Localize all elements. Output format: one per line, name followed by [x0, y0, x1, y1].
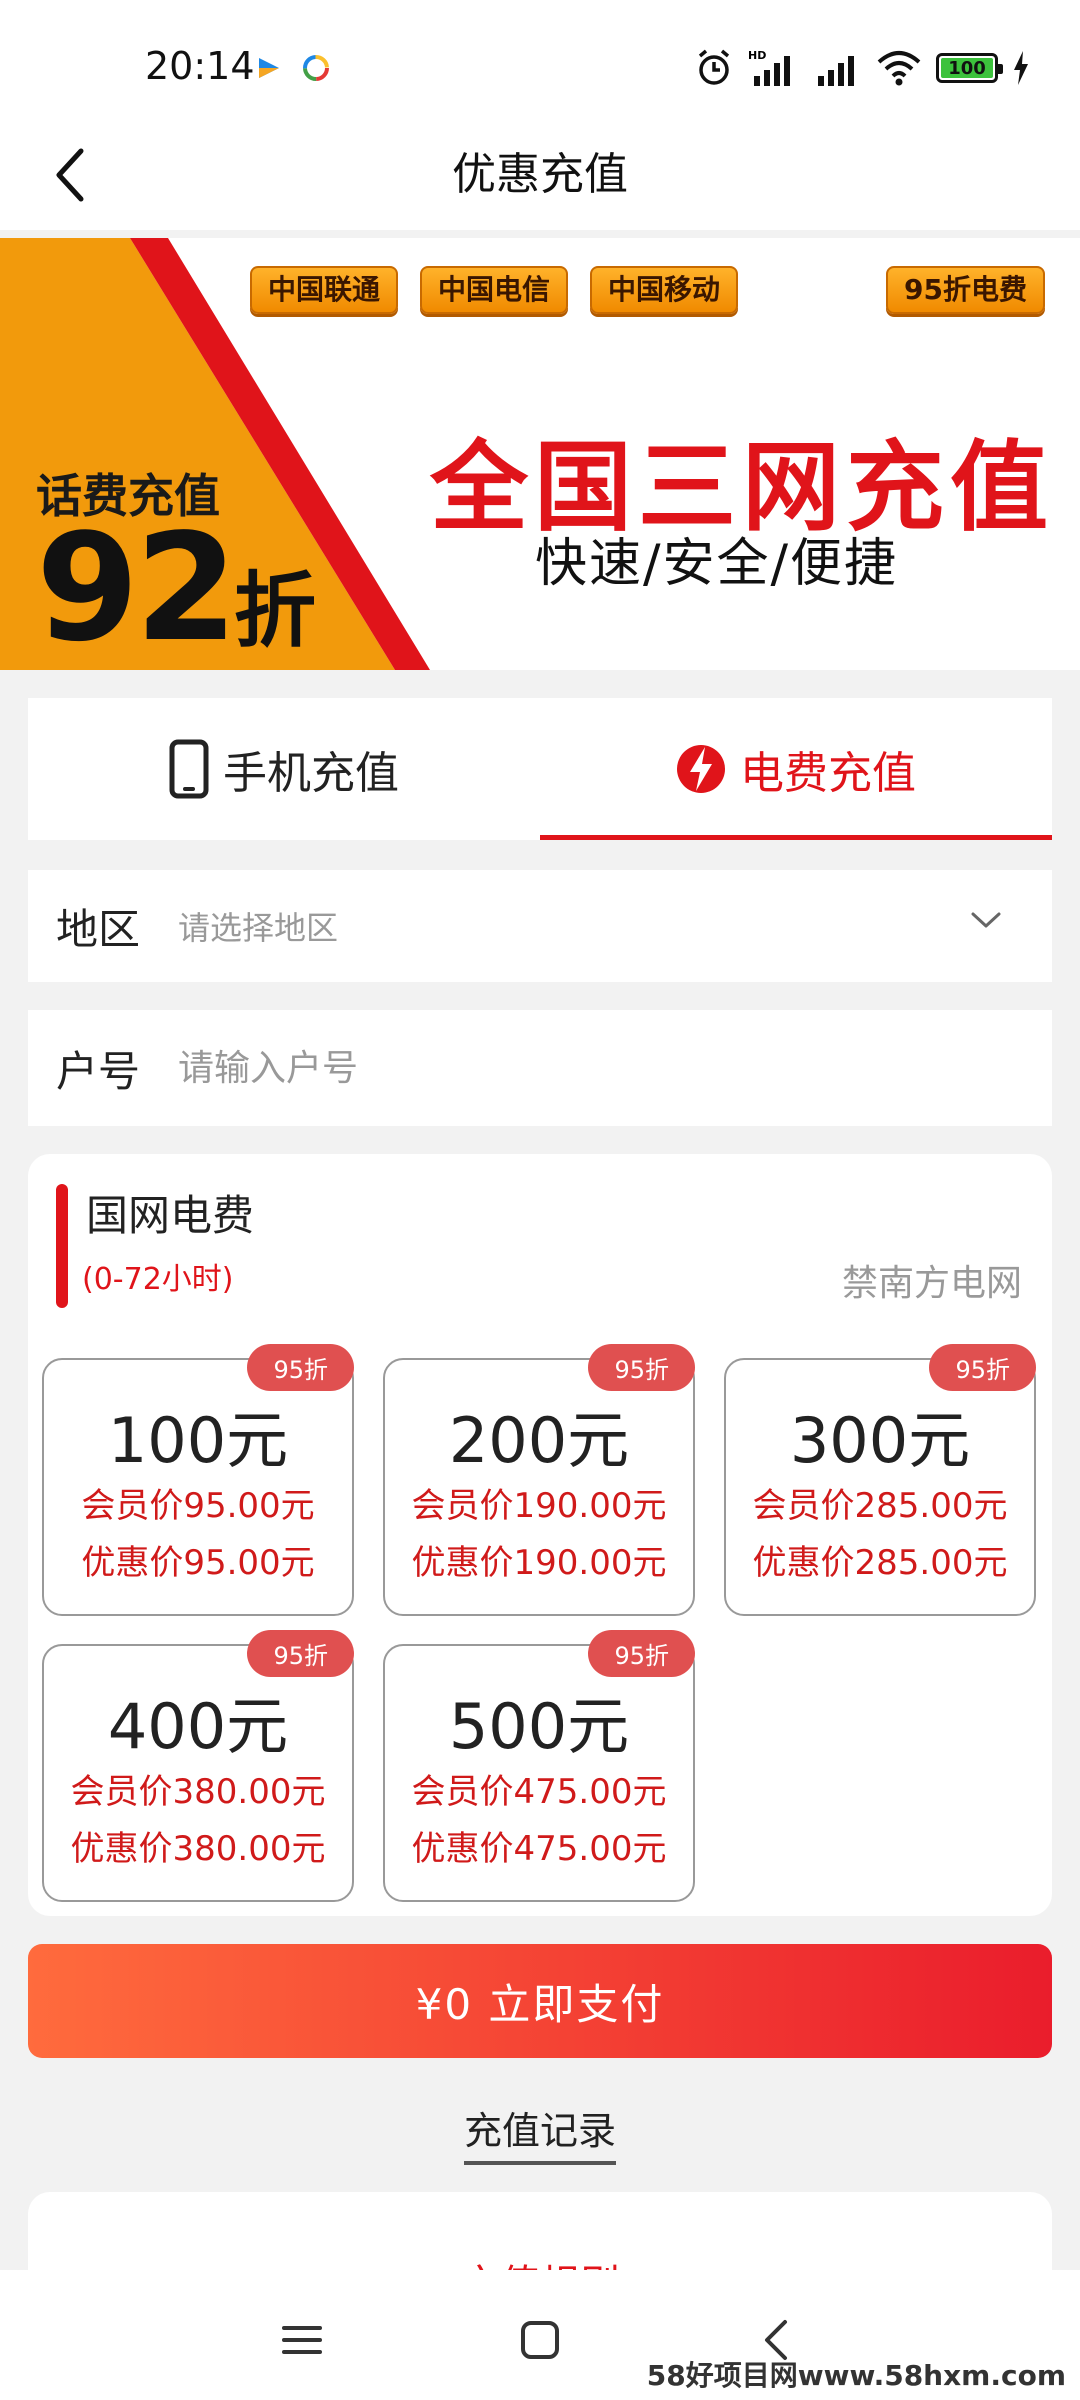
watermark: 58好项目网www.58hxm.com	[646, 2359, 1066, 2392]
discount-tag: 95折	[588, 1630, 695, 1677]
page-title: 优惠充值	[452, 149, 628, 200]
home-icon	[521, 2321, 559, 2359]
discount-tag: 95折	[247, 1344, 354, 1391]
excluded-grid-note: 禁南方电网	[841, 1263, 1022, 1304]
amount-option-500[interactable]: 95折 500元 会员价475.00元 优惠价475.00元	[383, 1630, 695, 1902]
amount-option-300[interactable]: 95折 300元 会员价285.00元 优惠价285.00元	[724, 1344, 1036, 1616]
status-time: 20:14	[145, 44, 255, 88]
banner-discount-number: 92	[36, 502, 238, 670]
recharge-history-row: 充值记录	[0, 2100, 1080, 2165]
promo-price: 优惠价285.00元	[752, 1543, 1008, 1583]
region-placeholder: 请选择地区	[178, 909, 339, 947]
tab-phone-label: 手机充值	[223, 748, 399, 799]
app-notification-icon	[303, 55, 329, 81]
member-price: 会员价95.00元	[81, 1486, 315, 1526]
account-label: 户号	[56, 1046, 141, 1096]
section-subtitle: (0-72小时)	[82, 1262, 234, 1297]
status-icons: HD 100	[694, 48, 1030, 88]
battery-icon: 100	[936, 53, 1003, 83]
tab-electricity-recharge[interactable]: 电费充值	[540, 698, 1052, 840]
carrier-tag-telecom: 中国电信	[420, 266, 569, 314]
discount-tag: 95折	[929, 1344, 1036, 1391]
discount-tag: 95折	[588, 1344, 695, 1391]
app-notification-icon	[259, 58, 279, 78]
app-header: 优惠充值	[0, 120, 1080, 230]
wifi-icon	[877, 51, 921, 86]
member-price: 会员价190.00元	[411, 1486, 667, 1526]
discount-badge: 95折电费	[886, 266, 1045, 314]
section-title: 国网电费	[86, 1191, 255, 1240]
account-number-input[interactable]	[178, 1047, 878, 1089]
tab-electricity-label: 电费充值	[740, 748, 916, 799]
nav-home-button[interactable]	[500, 2300, 580, 2380]
charging-icon	[1014, 51, 1028, 85]
promo-price: 优惠价95.00元	[81, 1543, 315, 1583]
battery-level: 100	[948, 57, 986, 79]
account-row: 户号	[28, 1010, 1052, 1126]
recharge-history-link[interactable]: 充值记录	[463, 2100, 616, 2165]
member-price: 会员价285.00元	[752, 1486, 1008, 1526]
alarm-icon	[698, 49, 730, 85]
member-price: 会员价380.00元	[70, 1772, 326, 1812]
discount-tag: 95折	[247, 1630, 354, 1677]
amount-value: 100元	[107, 1404, 289, 1477]
amount-value: 400元	[107, 1690, 289, 1763]
product-card: 国网电费 (0-72小时) 禁南方电网 95折 100元 会员价95.00元 优…	[28, 1154, 1052, 1916]
status-bar: 20:14 HD 100	[0, 0, 1080, 140]
amount-option-400[interactable]: 95折 400元 会员价380.00元 优惠价380.00元	[42, 1630, 354, 1902]
member-price: 会员价475.00元	[411, 1772, 667, 1812]
phone-icon	[169, 739, 209, 799]
signal-icon	[818, 56, 854, 86]
amount-value: 300元	[789, 1404, 971, 1477]
carrier-tag-mobile: 中国移动	[590, 266, 739, 314]
promo-price: 优惠价190.00元	[411, 1543, 667, 1583]
promo-banner[interactable]: 中国联通 中国电信 中国移动 95折电费 话费充值 92折 全国三网充值 快速/…	[0, 238, 1080, 670]
banner-discount-unit: 折	[233, 564, 316, 659]
pay-now-button[interactable]: ¥0 立即支付	[28, 1944, 1052, 2058]
carrier-tag-unicom: 中国联通	[250, 266, 399, 314]
banner-discount: 92折	[36, 508, 316, 670]
lightning-icon	[677, 745, 725, 793]
menu-icon	[282, 2326, 322, 2354]
region-label: 地区	[56, 904, 141, 954]
amount-option-100[interactable]: 95折 100元 会员价95.00元 优惠价95.00元	[42, 1344, 354, 1616]
banner-subline: 快速/安全/便捷	[535, 534, 899, 594]
section-accent-bar	[56, 1184, 68, 1308]
tab-phone-recharge[interactable]: 手机充值	[28, 698, 540, 840]
system-nav-bar: 58好项目网www.58hxm.com	[0, 2270, 1080, 2400]
nav-menu-button[interactable]	[262, 2300, 342, 2380]
recharge-tabs: 手机充值 电费充值	[28, 698, 1052, 840]
amount-option-200[interactable]: 95折 200元 会员价190.00元 优惠价190.00元	[383, 1344, 695, 1616]
amount-value: 200元	[448, 1404, 630, 1477]
svg-text:HD: HD	[748, 49, 766, 62]
amount-value: 500元	[448, 1690, 630, 1763]
hd-signal-icon: HD	[748, 49, 790, 86]
promo-price: 优惠价380.00元	[70, 1829, 326, 1869]
promo-price: 优惠价475.00元	[411, 1829, 667, 1869]
chevron-down-icon	[971, 912, 1001, 928]
region-selector[interactable]: 地区 请选择地区	[28, 870, 1052, 982]
